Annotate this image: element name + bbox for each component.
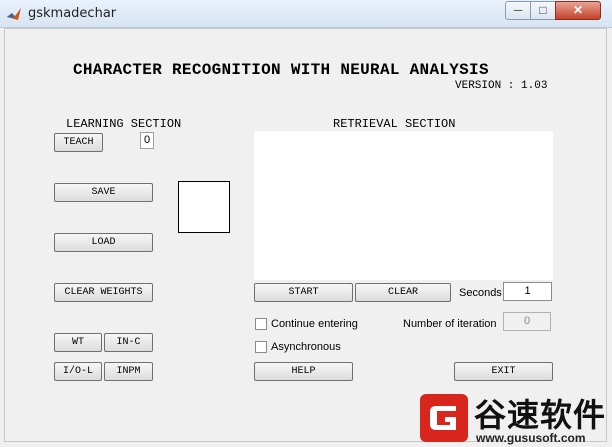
watermark-url: www.gususoft.com [476,431,586,445]
asynchronous-checkbox[interactable] [255,341,267,353]
matlab-icon [7,8,21,20]
teach-count-field: 0 [140,132,154,149]
iterations-field: 0 [503,312,551,331]
seconds-label: Seconds [459,287,502,299]
clear-weights-button[interactable]: CLEAR WEIGHTS [54,283,153,302]
maximize-button[interactable]: □ [530,1,556,20]
retrieval-section-label: RETRIEVAL SECTION [333,117,456,131]
i-o-l-button[interactable]: I/O-L [54,362,102,381]
load-button[interactable]: LOAD [54,233,153,252]
start-button[interactable]: START [254,283,353,302]
continue-entering-label: Continue entering [271,318,358,330]
app-window: gskmadechar ─ □ ✕ CHARACTER RECOGNITION … [0,0,612,447]
clear-button[interactable]: CLEAR [355,283,451,302]
close-button[interactable]: ✕ [555,1,601,20]
asynchronous-label: Asynchronous [271,341,341,353]
iterations-label: Number of iteration [403,318,497,330]
teach-button[interactable]: TEACH [54,133,103,152]
page-title: CHARACTER RECOGNITION WITH NEURAL ANALYS… [73,61,489,79]
character-preview-box [178,181,230,233]
help-button[interactable]: HELP [254,362,353,381]
exit-button[interactable]: EXIT [454,362,553,381]
learning-section-label: LEARNING SECTION [66,117,182,131]
watermark: 谷速软件 www.gususoft.com [418,390,612,447]
save-button[interactable]: SAVE [54,183,153,202]
seconds-input[interactable]: 1 [503,282,552,301]
inpm-button[interactable]: INPM [104,362,153,381]
continue-entering-checkbox[interactable] [255,318,267,330]
watermark-logo-icon [420,394,468,442]
retrieval-drawing-area[interactable] [254,131,553,280]
in-c-button[interactable]: IN-C [104,333,153,352]
close-icon: ✕ [572,3,584,17]
title-bar[interactable]: gskmadechar ─ □ ✕ [0,0,612,28]
watermark-text: 谷速软件 [474,396,607,434]
minimize-button[interactable]: ─ [505,1,531,20]
version-label: VERSION : 1.03 [455,80,548,92]
maximize-icon: □ [539,3,547,17]
minimize-icon: ─ [513,3,523,17]
window-title: gskmadechar [28,6,117,21]
wt-button[interactable]: WT [54,333,102,352]
